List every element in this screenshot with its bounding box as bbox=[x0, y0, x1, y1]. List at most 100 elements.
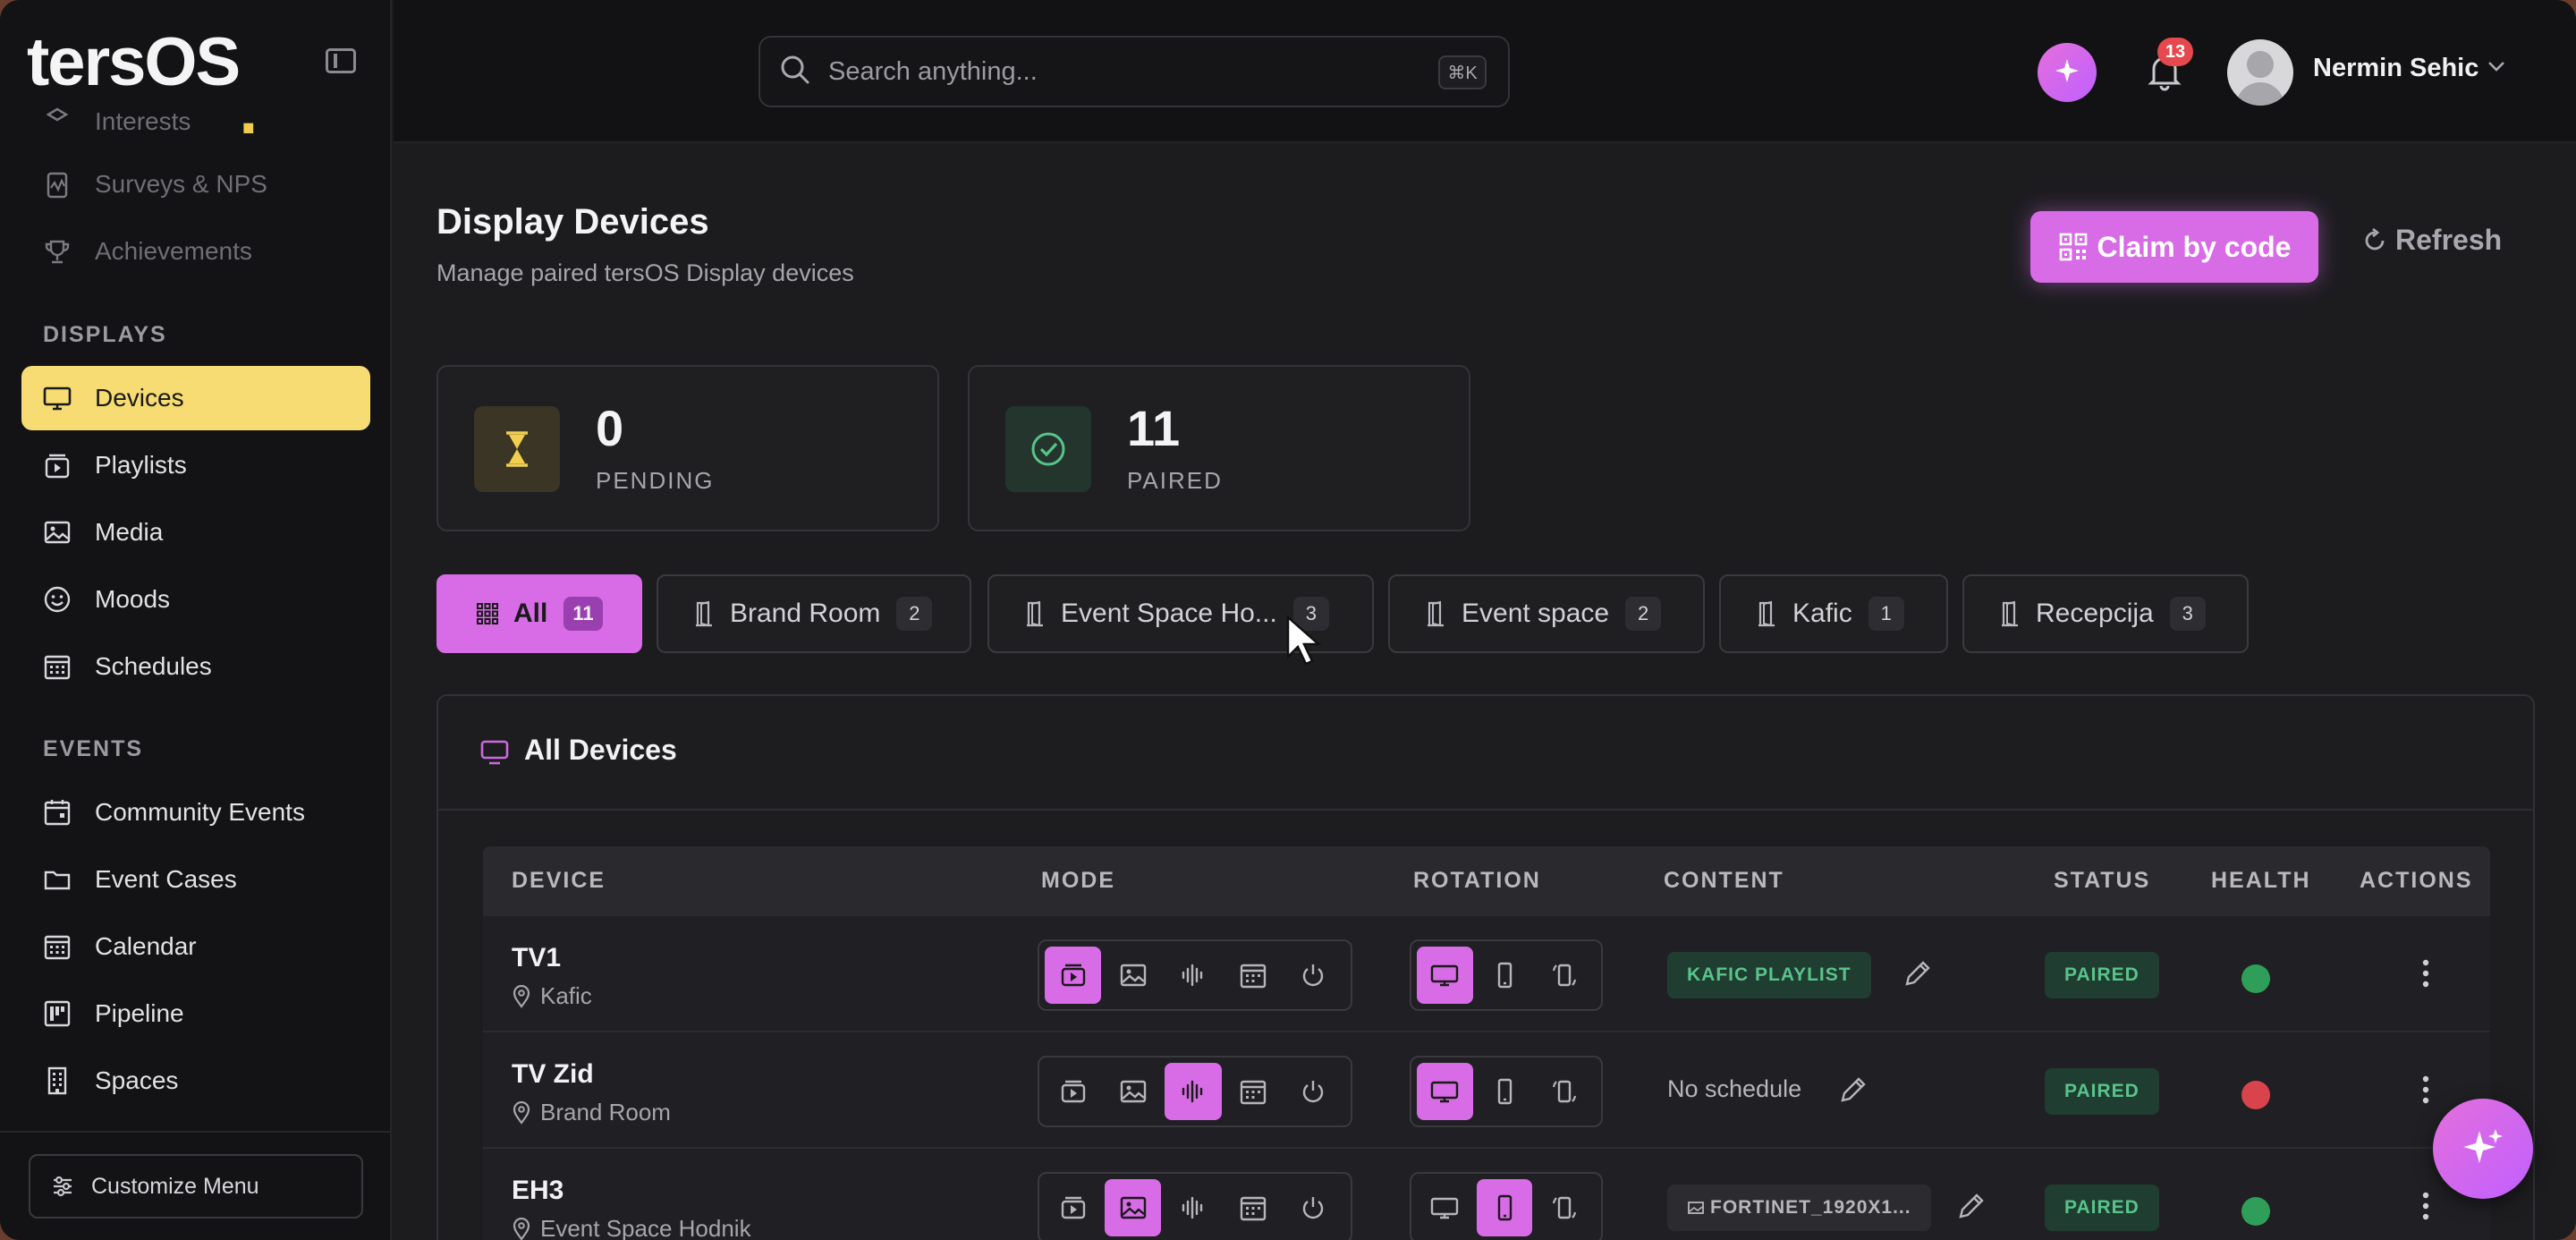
mode-schedule-button[interactable] bbox=[1225, 1179, 1282, 1236]
mode-schedule-button[interactable] bbox=[1225, 1063, 1282, 1120]
rotation-portrait-button[interactable] bbox=[1476, 1179, 1533, 1236]
table-row[interactable]: EH3 Event Space Hodnik FORTINET_1920X1..… bbox=[483, 1149, 2490, 1240]
device-location: Event Space Hodnik bbox=[512, 1215, 751, 1240]
sidebar-item-community-events[interactable]: Community Events bbox=[21, 780, 370, 845]
column-header-content[interactable]: CONTENT bbox=[1664, 868, 1784, 894]
rotation-landscape-button[interactable] bbox=[1417, 947, 1473, 1004]
column-header-status[interactable]: STATUS bbox=[2054, 868, 2150, 894]
device-location: Kafic bbox=[512, 982, 592, 1010]
table-row[interactable]: TV1 Kafic KAFIC PLAYLIST PAIRED bbox=[483, 916, 2490, 1032]
trophy-icon bbox=[41, 235, 73, 268]
rotation-portrait-button[interactable] bbox=[1477, 947, 1533, 1004]
filter-tab-recepcija[interactable]: Recepcija 3 bbox=[1962, 574, 2249, 653]
sidebar-item-schedules[interactable]: Schedules bbox=[21, 634, 370, 699]
sidebar-item-pipeline[interactable]: Pipeline bbox=[21, 981, 370, 1046]
filter-tab-kafic[interactable]: Kafic 1 bbox=[1719, 574, 1948, 653]
column-header-actions[interactable]: ACTIONS bbox=[2360, 868, 2473, 894]
mode-playlist-button[interactable] bbox=[1045, 1063, 1101, 1120]
mode-image-button[interactable] bbox=[1105, 1179, 1162, 1236]
door-icon bbox=[2000, 600, 2021, 627]
column-header-health[interactable]: HEALTH bbox=[2211, 868, 2311, 894]
image-icon bbox=[1688, 1202, 1704, 1214]
mode-image-button[interactable] bbox=[1105, 1063, 1161, 1120]
rotation-landscape-button[interactable] bbox=[1417, 1179, 1473, 1236]
sidebar-item-label: Community Events bbox=[95, 798, 305, 826]
refresh-button[interactable]: Refresh bbox=[2361, 224, 2502, 257]
rotation-landscape-button[interactable] bbox=[1417, 1063, 1473, 1120]
rotation-flipped-button[interactable] bbox=[1536, 1063, 1592, 1120]
sidebar-toggle-button[interactable] bbox=[326, 48, 356, 73]
sidebar-item-surveys[interactable]: Surveys & NPS bbox=[21, 152, 370, 217]
customize-menu-button[interactable]: Customize Menu bbox=[29, 1154, 363, 1219]
rotation-selector bbox=[1410, 1172, 1603, 1240]
playlist-icon bbox=[41, 449, 73, 481]
mode-playlist-button[interactable] bbox=[1045, 947, 1102, 1004]
filter-count: 2 bbox=[1625, 597, 1662, 631]
more-vertical-icon[interactable] bbox=[2420, 955, 2431, 996]
search-input[interactable]: Search anything... ⌘K bbox=[758, 36, 1510, 107]
app-logo[interactable]: tersOS. bbox=[27, 21, 258, 149]
device-name[interactable]: TV1 bbox=[512, 943, 561, 973]
sidebar-item-label: Schedules bbox=[95, 652, 212, 680]
ai-assistant-button[interactable] bbox=[2038, 43, 2097, 102]
filter-label: Kafic bbox=[1792, 599, 1852, 628]
mode-image-button[interactable] bbox=[1105, 947, 1161, 1004]
pencil-icon[interactable] bbox=[1955, 1190, 1987, 1227]
sidebar-item-event-cases[interactable]: Event Cases bbox=[21, 847, 370, 912]
stat-label: PAIRED bbox=[1127, 467, 1223, 494]
map-pin-icon bbox=[512, 1217, 531, 1240]
mode-selector bbox=[1038, 939, 1352, 1011]
content-badge[interactable]: KAFIC PLAYLIST bbox=[1667, 952, 1871, 998]
hourglass-icon bbox=[474, 406, 560, 492]
mode-audio-button[interactable] bbox=[1165, 1063, 1222, 1120]
filter-label: Recepcija bbox=[2036, 599, 2154, 628]
content-media-badge[interactable]: FORTINET_1920X1... bbox=[1667, 1185, 1931, 1231]
sidebar-item-spaces[interactable]: Spaces bbox=[21, 1049, 370, 1113]
rotation-portrait-button[interactable] bbox=[1477, 1063, 1533, 1120]
mode-off-button[interactable] bbox=[1285, 1063, 1342, 1120]
page-title: Display Devices bbox=[436, 202, 709, 242]
sidebar-item-devices[interactable]: Devices bbox=[21, 366, 370, 430]
mode-audio-button[interactable] bbox=[1165, 947, 1221, 1004]
more-vertical-icon[interactable] bbox=[2420, 1072, 2431, 1112]
user-name[interactable]: Nermin Sehic bbox=[2313, 54, 2479, 83]
table-row[interactable]: TV Zid Brand Room No schedule PAIRED bbox=[483, 1032, 2490, 1149]
stat-value: 11 bbox=[1127, 400, 1181, 456]
monitor-icon bbox=[479, 739, 510, 770]
filter-tab-brand-room[interactable]: Brand Room 2 bbox=[657, 574, 971, 653]
sidebar-item-media[interactable]: Media bbox=[21, 500, 370, 565]
column-header-device[interactable]: DEVICE bbox=[512, 868, 606, 894]
rotation-flipped-button[interactable] bbox=[1536, 947, 1592, 1004]
mode-playlist-button[interactable] bbox=[1045, 1179, 1101, 1236]
filter-tab-all[interactable]: All 11 bbox=[436, 574, 642, 653]
claim-by-code-button[interactable]: Claim by code bbox=[2030, 211, 2318, 283]
pencil-icon[interactable] bbox=[1837, 1074, 1869, 1110]
mode-audio-button[interactable] bbox=[1165, 1179, 1221, 1236]
chevron-down-icon[interactable] bbox=[2487, 59, 2506, 78]
sidebar-item-moods[interactable]: Moods bbox=[21, 567, 370, 632]
column-header-rotation[interactable]: ROTATION bbox=[1413, 868, 1541, 894]
filter-tab-event-space[interactable]: Event space 2 bbox=[1388, 574, 1705, 653]
avatar[interactable] bbox=[2227, 39, 2293, 106]
device-name[interactable]: TV Zid bbox=[512, 1059, 594, 1090]
sidebar-item-label: Moods bbox=[95, 585, 171, 613]
sidebar-item-achievements[interactable]: Achievements bbox=[21, 219, 370, 284]
mode-off-button[interactable] bbox=[1285, 947, 1342, 1004]
sliders-icon bbox=[50, 1174, 75, 1199]
ai-assistant-fab[interactable] bbox=[2433, 1099, 2533, 1199]
mode-off-button[interactable] bbox=[1285, 1179, 1342, 1236]
column-header-mode[interactable]: MODE bbox=[1041, 868, 1115, 894]
mode-schedule-button[interactable] bbox=[1225, 947, 1282, 1004]
more-vertical-icon[interactable] bbox=[2420, 1188, 2431, 1228]
health-indicator bbox=[2241, 964, 2270, 993]
section-label-events: EVENTS bbox=[43, 736, 144, 761]
sidebar-item-playlists[interactable]: Playlists bbox=[21, 433, 370, 497]
sidebar-item-interests[interactable]: Interests bbox=[21, 93, 370, 138]
pencil-icon[interactable] bbox=[1902, 957, 1934, 994]
sidebar-item-calendar[interactable]: Calendar bbox=[21, 914, 370, 979]
device-name[interactable]: EH3 bbox=[512, 1176, 564, 1206]
sparkle-icon bbox=[2460, 1124, 2506, 1175]
customize-menu-label: Customize Menu bbox=[91, 1173, 259, 1199]
rotation-flipped-button[interactable] bbox=[1536, 1179, 1592, 1236]
filter-label: Event space bbox=[1462, 599, 1610, 628]
